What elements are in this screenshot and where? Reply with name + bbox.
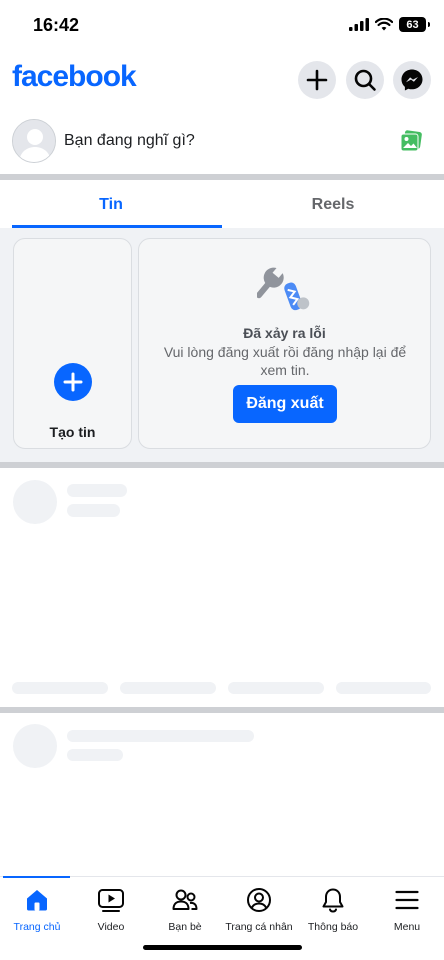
app-header: facebook [0,58,444,104]
composer-placeholder[interactable]: Bạn đang nghĩ gì? [64,132,195,150]
skeleton-avatar [13,480,57,524]
section-divider [0,707,444,713]
error-message: Vui lòng đăng xuất rồi đăng nhập lại để … [163,344,407,378]
wifi-icon [375,18,393,31]
add-story-button[interactable] [54,363,92,401]
plus-icon [306,69,328,91]
facebook-logo[interactable]: facebook [12,60,137,94]
skeleton-avatar [13,724,57,768]
story-tabs: Tin Reels [0,182,444,228]
nav-profile[interactable]: Trang cá nhân [222,877,296,943]
wrench-icon [257,265,310,311]
create-story-card[interactable]: Tạo tin [13,238,132,449]
skeleton-line [67,504,120,517]
search-button[interactable] [346,61,384,99]
skeleton-action [228,682,324,694]
status-bar: 16:42 63 [0,0,444,52]
nav-notifications[interactable]: Thông báo [296,877,370,943]
tab-reels[interactable]: Reels [222,182,444,228]
video-icon [98,889,124,912]
search-icon [354,69,376,91]
error-title: Đã xảy ra lỗi [243,325,326,341]
status-time: 16:42 [33,15,80,35]
default-avatar-icon [13,120,55,162]
bell-icon [322,888,344,913]
section-divider [0,174,444,180]
status-icons: 63 [349,17,430,32]
create-story-label: Tạo tin [49,424,96,440]
nav-video[interactable]: Video [74,877,148,943]
messenger-button[interactable] [393,61,431,99]
skeleton-line [67,730,254,742]
nav-friends[interactable]: Bạn bè [148,877,222,943]
logout-button[interactable]: Đăng xuất [233,385,337,423]
create-button[interactable] [298,61,336,99]
battery-icon: 63 [399,17,430,32]
section-divider [0,462,444,468]
profile-icon [247,888,271,912]
home-indicator[interactable] [143,945,302,950]
messenger-icon [401,69,423,91]
avatar[interactable] [12,119,56,163]
battery-level: 63 [406,18,419,31]
home-icon [27,890,47,911]
nav-menu[interactable]: Menu [370,877,444,943]
stories-error-card: Đã xảy ra lỗi Vui lòng đăng xuất rồi đăn… [138,238,431,449]
skeleton-line [67,749,123,761]
skeleton-action [12,682,108,694]
friends-icon [172,889,198,910]
nav-label: Menu [393,921,421,933]
skeleton-action [336,682,431,694]
menu-icon [395,890,419,910]
photo-icon[interactable] [400,130,422,152]
skeleton-action [120,682,216,694]
nav-home[interactable]: Trang chủ [0,877,74,943]
plus-icon [63,372,83,392]
post-composer[interactable]: Bạn đang nghĩ gì? [0,116,444,166]
skeleton-line [67,484,127,497]
signal-icon [349,18,369,31]
tab-stories[interactable]: Tin [0,182,222,228]
